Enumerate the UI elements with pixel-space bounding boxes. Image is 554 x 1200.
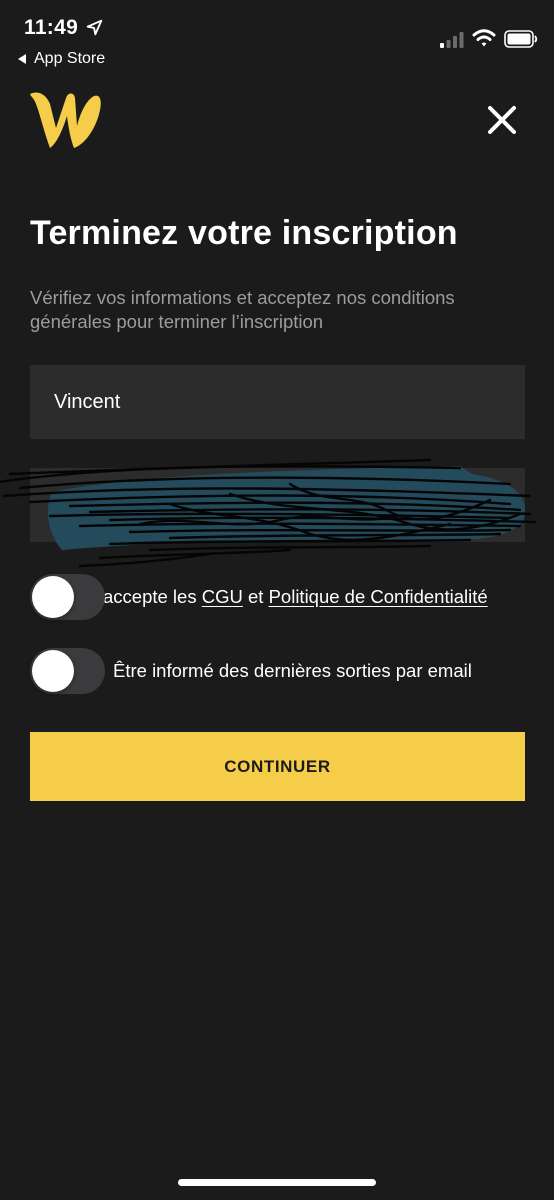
wifi-icon [472, 29, 496, 47]
terms-label: accepte les CGU et Politique de Confiden… [103, 586, 488, 608]
home-indicator [178, 1179, 376, 1186]
location-arrow-icon [86, 19, 103, 36]
cgu-link[interactable]: CGU [202, 586, 243, 607]
terms-prefix: accepte les [103, 586, 197, 607]
first-name-field[interactable]: Vincent [30, 365, 525, 439]
cellular-signal-icon [440, 32, 464, 48]
newsletter-toggle[interactable] [30, 648, 105, 694]
redaction-scribble [0, 458, 537, 568]
terms-toggle[interactable] [30, 574, 105, 620]
terms-toggle-row: accepte les CGU et Politique de Confiden… [30, 573, 530, 621]
back-triangle-icon [18, 54, 26, 64]
newsletter-label: Être informé des dernières sorties par e… [113, 660, 472, 681]
w-logo-icon [30, 92, 101, 148]
back-app-label: App Store [34, 50, 106, 67]
page-subtitle: Vérifiez vos informations et acceptez no… [30, 287, 455, 332]
last-name-field[interactable] [0, 458, 537, 568]
newsletter-toggle-row: Être informé des dernières sorties par e… [30, 647, 530, 695]
page-title: Terminez votre inscription [30, 214, 458, 252]
privacy-policy-link[interactable]: Politique de Confidentialité [269, 586, 488, 607]
status-bar: 11:49 App Store [0, 0, 554, 70]
toggle-knob [32, 650, 74, 692]
back-to-app-store[interactable]: App Store [18, 50, 105, 68]
terms-connector: et [248, 586, 264, 607]
toggle-knob [32, 576, 74, 618]
status-time: 11:49 [24, 16, 79, 39]
first-name-value: Vincent [54, 390, 121, 413]
battery-icon [504, 30, 538, 48]
continue-button[interactable]: CONTINUER [30, 732, 525, 801]
close-icon[interactable] [482, 100, 522, 140]
